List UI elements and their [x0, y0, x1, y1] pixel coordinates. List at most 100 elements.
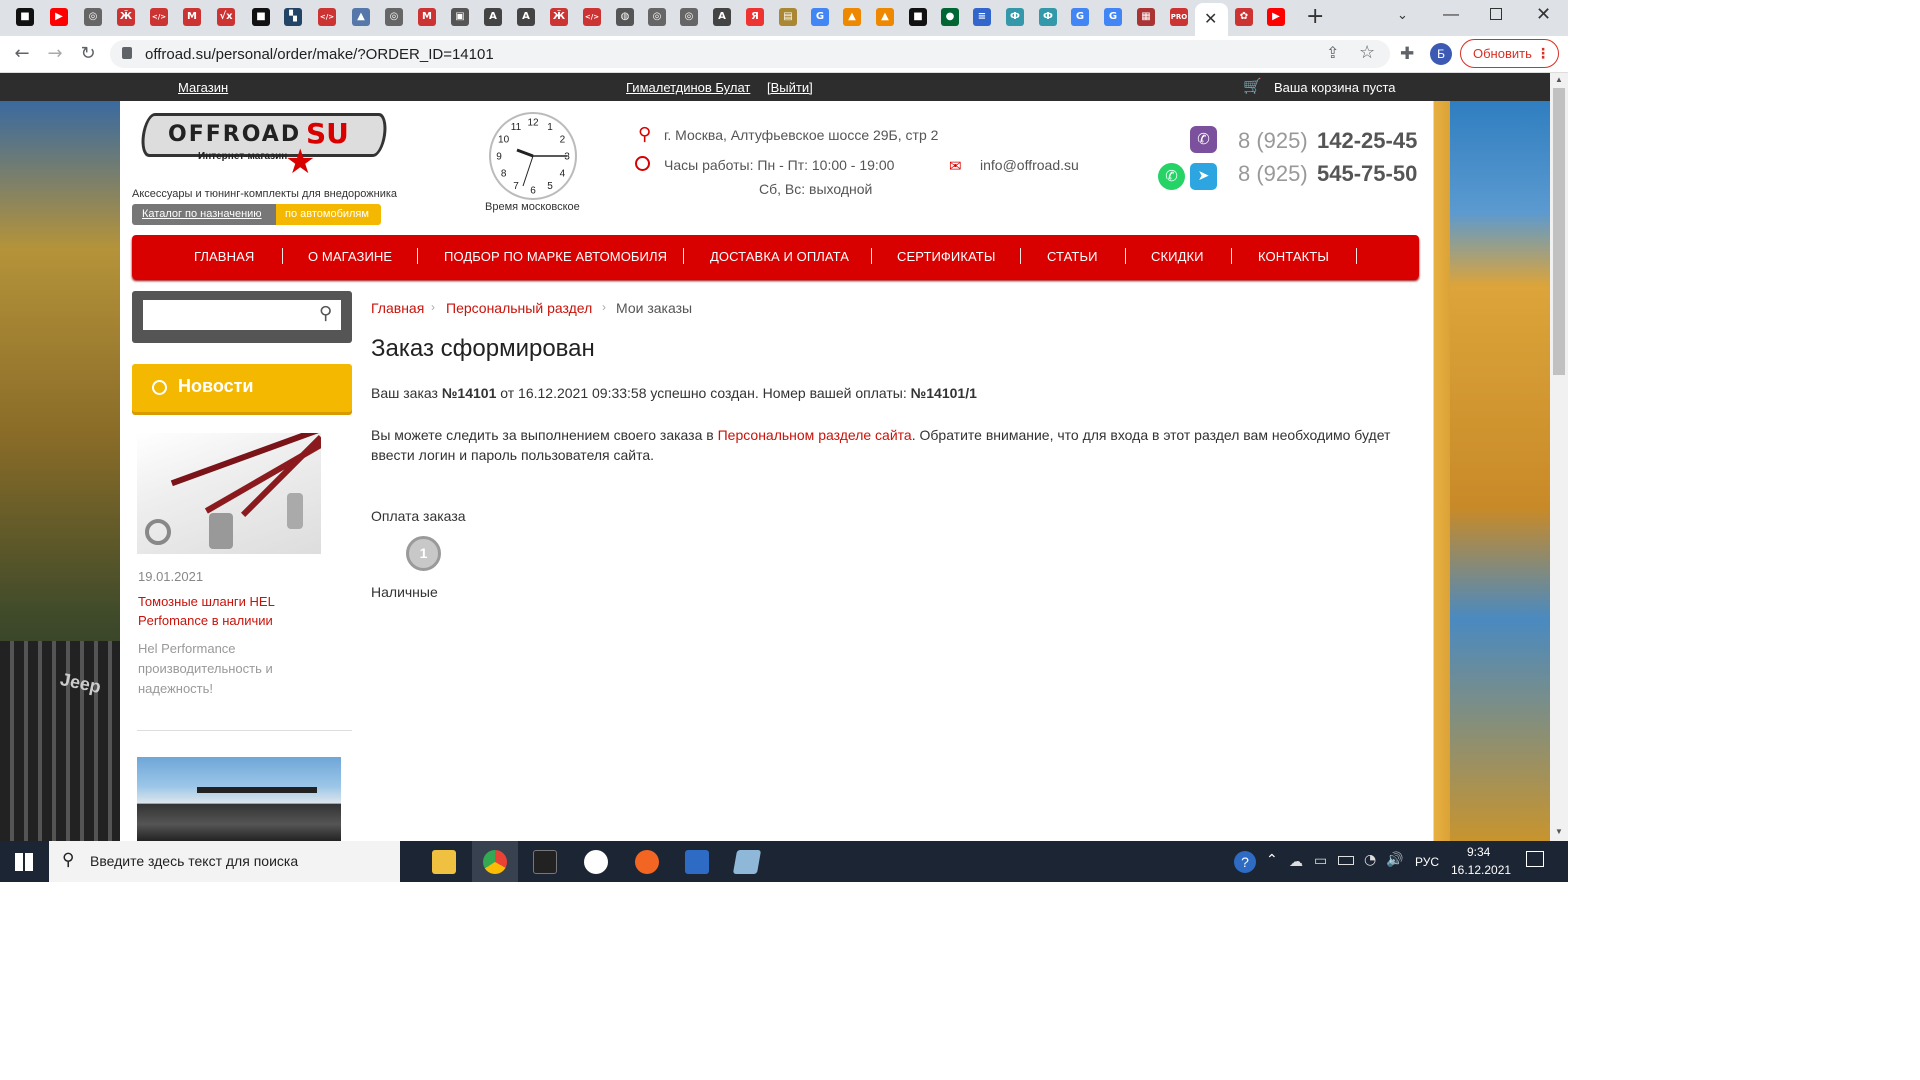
menu-item-certificates[interactable]: СЕРТИФИКАТЫ	[897, 249, 995, 264]
extensions-icon[interactable]: ✚	[1400, 44, 1414, 64]
tab-favicon-icon[interactable]: ■	[909, 8, 927, 26]
scroll-down-icon[interactable]: ▼	[1555, 827, 1563, 836]
tab-favicon-icon[interactable]: ◎	[385, 8, 403, 26]
tab-favicon-icon[interactable]: ▤	[779, 8, 797, 26]
tab-favicon-icon[interactable]: ◎	[680, 8, 698, 26]
minimize-icon[interactable]: —	[1443, 6, 1459, 24]
search-icon[interactable]: ⚲	[319, 303, 332, 324]
tab-favicon-icon[interactable]: </>	[318, 8, 336, 26]
tab-favicon-icon[interactable]: ■	[252, 8, 270, 26]
battery-icon[interactable]	[1338, 856, 1354, 865]
phone1-prefix[interactable]: 8 (925)	[1238, 128, 1308, 154]
restore-icon[interactable]	[1490, 8, 1502, 20]
tab-favicon-icon[interactable]: M	[418, 8, 436, 26]
breadcrumb-home[interactable]: Главная	[371, 300, 424, 316]
close-window-icon[interactable]: ✕	[1536, 4, 1551, 25]
tab-favicon-icon[interactable]: ◎	[84, 8, 102, 26]
shop-link[interactable]: Магазин	[178, 80, 228, 95]
menu-item-contacts[interactable]: КОНТАКТЫ	[1258, 249, 1329, 264]
tab-favicon-icon[interactable]: ■	[16, 8, 34, 26]
page-scrollbar[interactable]: ▲ ▼	[1550, 73, 1568, 841]
start-icon[interactable]	[15, 853, 33, 871]
cart-status[interactable]: Ваша корзина пуста	[1274, 80, 1396, 95]
catalog-tab[interactable]: Каталог по назначению	[132, 204, 276, 225]
clock-date[interactable]: 16.12.2021	[1451, 863, 1511, 877]
chrome-icon[interactable]	[483, 850, 507, 874]
cars-tab[interactable]: по автомобилям	[276, 204, 381, 225]
clock-time[interactable]: 9:34	[1467, 845, 1490, 859]
language-indicator[interactable]: РУС	[1415, 855, 1439, 869]
back-icon[interactable]: ←	[10, 42, 34, 66]
wifi-icon[interactable]: ◔	[1364, 852, 1376, 868]
tab-favicon-icon[interactable]: Я	[746, 8, 764, 26]
tab-favicon-icon[interactable]: PRO	[1170, 8, 1188, 26]
terminal-icon[interactable]	[533, 850, 557, 874]
taskbar-search[interactable]: ⚲ Введите здесь текст для поиска	[49, 841, 400, 882]
news-image-hoses[interactable]	[137, 433, 321, 554]
help-icon[interactable]: ?	[1234, 851, 1256, 873]
viber-icon[interactable]: ✆	[1190, 126, 1217, 153]
tab-favicon-icon[interactable]: Ф	[1039, 8, 1057, 26]
phone2-number[interactable]: 545-75-50	[1317, 161, 1417, 187]
more-menu-icon[interactable]: ⋮	[1536, 40, 1550, 67]
site-logo[interactable]: OFFROAD SU Интернет-магазин ★	[138, 109, 390, 182]
url-text[interactable]: offroad.su/personal/order/make/?ORDER_ID…	[145, 46, 494, 63]
window-app-icon[interactable]	[685, 850, 709, 874]
whatsapp-icon[interactable]: ✆	[1158, 163, 1185, 190]
menu-item-home[interactable]: ГЛАВНАЯ	[194, 249, 254, 264]
news-header[interactable]: Новости	[132, 364, 352, 412]
bitwarden-icon[interactable]	[584, 850, 608, 874]
share-icon[interactable]: ⇪	[1326, 43, 1339, 62]
tab-favicon-icon[interactable]: G	[1071, 8, 1089, 26]
tab-favicon-icon[interactable]: Ӂ	[550, 8, 568, 26]
tab-favicon-icon[interactable]: ◎	[648, 8, 666, 26]
active-tab[interactable]: ✕	[1195, 3, 1228, 36]
tab-favicon-icon[interactable]: ◍	[616, 8, 634, 26]
tab-favicon-icon[interactable]: A	[517, 8, 535, 26]
tab-favicon-icon[interactable]: G	[1104, 8, 1122, 26]
news-image-truck[interactable]	[137, 757, 341, 841]
news-link[interactable]: Томозные шланги HEL Perfomance в наличии	[138, 592, 313, 630]
cart-icon[interactable]: 🛒	[1243, 77, 1262, 95]
email-link[interactable]: info@offroad.su	[980, 157, 1079, 173]
tab-favicon-icon[interactable]: ▲	[843, 8, 861, 26]
tab-favicon-icon[interactable]: ▶	[1267, 8, 1285, 26]
tab-favicon-icon[interactable]: ▦	[1137, 8, 1155, 26]
menu-item-about[interactable]: О МАГАЗИНЕ	[308, 249, 392, 264]
tab-favicon-icon[interactable]: </>	[583, 8, 601, 26]
lock-icon[interactable]	[122, 47, 132, 59]
tab-favicon-icon[interactable]: ▲	[876, 8, 894, 26]
tab-favicon-icon[interactable]: ▣	[451, 8, 469, 26]
pen-app-icon[interactable]	[635, 850, 659, 874]
username-link[interactable]: Гималетдинов Булат	[626, 80, 750, 95]
tab-favicon-icon[interactable]: ●	[941, 8, 959, 26]
tab-favicon-icon[interactable]: ✿	[1235, 8, 1253, 26]
tab-favicon-icon[interactable]: ▚	[284, 8, 302, 26]
update-button[interactable]: Обновить ⋮	[1460, 39, 1559, 68]
bookmark-star-icon[interactable]: ☆	[1359, 42, 1375, 63]
breadcrumb-personal[interactable]: Персональный раздел	[446, 300, 592, 316]
telegram-icon[interactable]: ➤	[1190, 163, 1217, 190]
tab-favicon-icon[interactable]: M	[183, 8, 201, 26]
phone2-prefix[interactable]: 8 (925)	[1238, 161, 1308, 187]
scroll-thumb[interactable]	[1553, 88, 1565, 375]
close-tab-icon[interactable]: ✕	[1204, 9, 1217, 28]
forward-icon[interactable]: →	[43, 42, 67, 66]
device-icon[interactable]: ▭	[1314, 853, 1327, 869]
notes-app-icon[interactable]	[732, 850, 762, 874]
new-tab-icon[interactable]: +	[1306, 4, 1324, 29]
menu-item-articles[interactable]: СТАТЬИ	[1047, 249, 1098, 264]
tab-favicon-icon[interactable]: </>	[150, 8, 168, 26]
profile-avatar[interactable]: Б	[1430, 43, 1452, 65]
tab-favicon-icon[interactable]: A	[484, 8, 502, 26]
reload-icon[interactable]: ↻	[76, 42, 100, 66]
menu-item-car-brand[interactable]: ПОДБОР ПО МАРКЕ АВТОМОБИЛЯ	[444, 249, 667, 264]
phone1-number[interactable]: 142-25-45	[1317, 128, 1417, 154]
tab-favicon-icon[interactable]: ▲	[352, 8, 370, 26]
notifications-icon[interactable]	[1526, 851, 1544, 867]
logout-link[interactable]: [Выйти]	[767, 80, 813, 95]
tab-search-icon[interactable]: ⌄	[1397, 8, 1408, 23]
tab-favicon-icon[interactable]: A	[713, 8, 731, 26]
menu-item-delivery[interactable]: ДОСТАВКА И ОПЛАТА	[710, 249, 849, 264]
tray-chevron-icon[interactable]: ⌃	[1266, 852, 1278, 868]
